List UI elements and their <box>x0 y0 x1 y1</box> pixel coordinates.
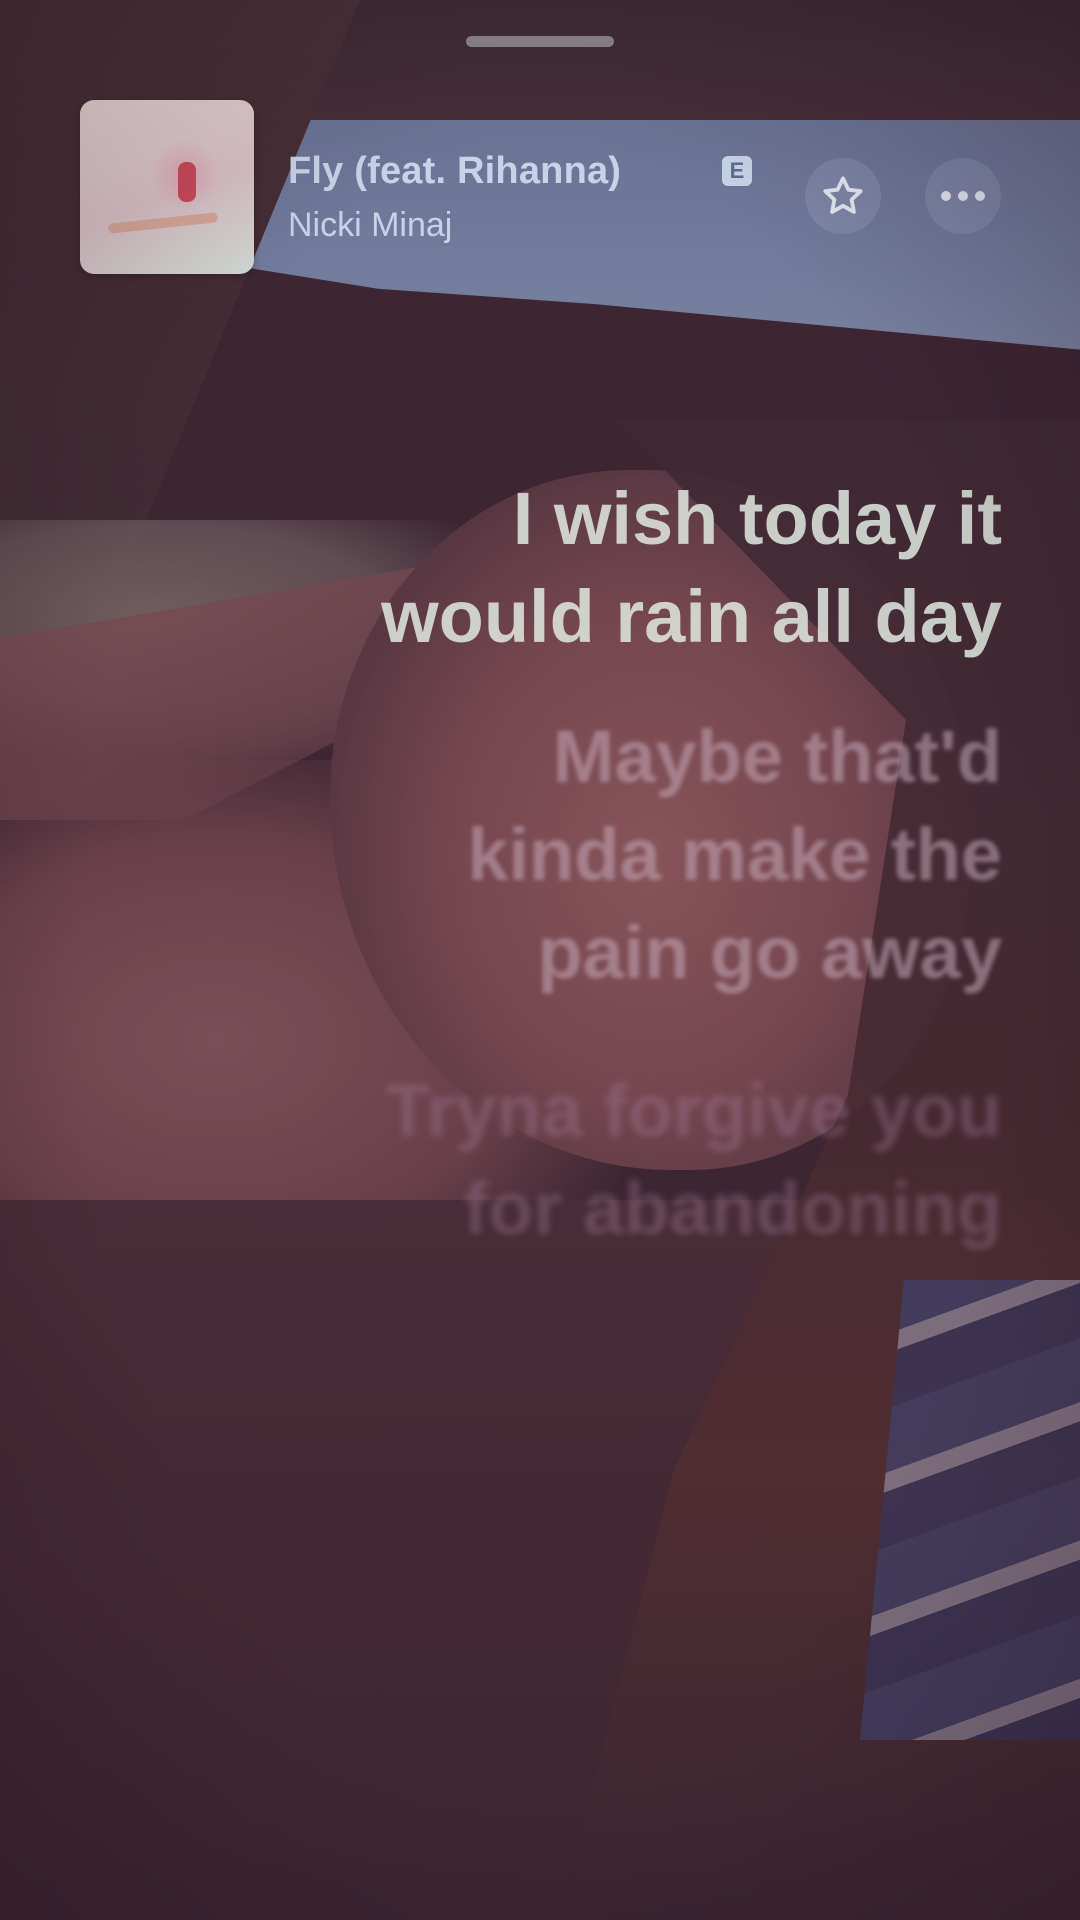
more-button[interactable] <box>925 158 1001 234</box>
song-title[interactable]: Fly (feat. Rihanna) <box>288 150 621 193</box>
now-playing-header: Fly (feat. Rihanna) E Nicki Minaj <box>80 100 1010 280</box>
ellipsis-icon <box>941 191 985 201</box>
explicit-badge: E <box>722 156 752 186</box>
sheet-grabber[interactable] <box>466 36 614 47</box>
lyric-current-line[interactable]: I wish today it would rain all day <box>102 470 1002 666</box>
lyric-next-line[interactable]: Maybe that'd kinda make the pain go away <box>102 708 1002 1002</box>
lyric-line: would rain all day <box>381 575 1002 658</box>
lyric-line: Tryna forgive you <box>385 1069 1002 1152</box>
album-artwork[interactable] <box>80 100 254 274</box>
lyric-line: pain go away <box>537 911 1002 994</box>
lyric-line: I wish today it <box>512 477 1002 560</box>
lyric-line: kinda make the <box>467 813 1002 896</box>
lyric-line: for abandoning <box>463 1167 1003 1250</box>
artist-name[interactable]: Nicki Minaj <box>288 206 452 245</box>
lyric-line: Maybe that'd <box>552 715 1002 798</box>
artwork-body <box>107 212 219 234</box>
lyrics-panel[interactable]: I wish today it would rain all day Maybe… <box>102 470 1002 1258</box>
artwork-figure <box>178 162 196 202</box>
star-icon <box>823 176 863 214</box>
favorite-button[interactable] <box>805 158 881 234</box>
lyric-later-line[interactable]: Tryna forgive you for abandoning <box>102 1062 1002 1258</box>
